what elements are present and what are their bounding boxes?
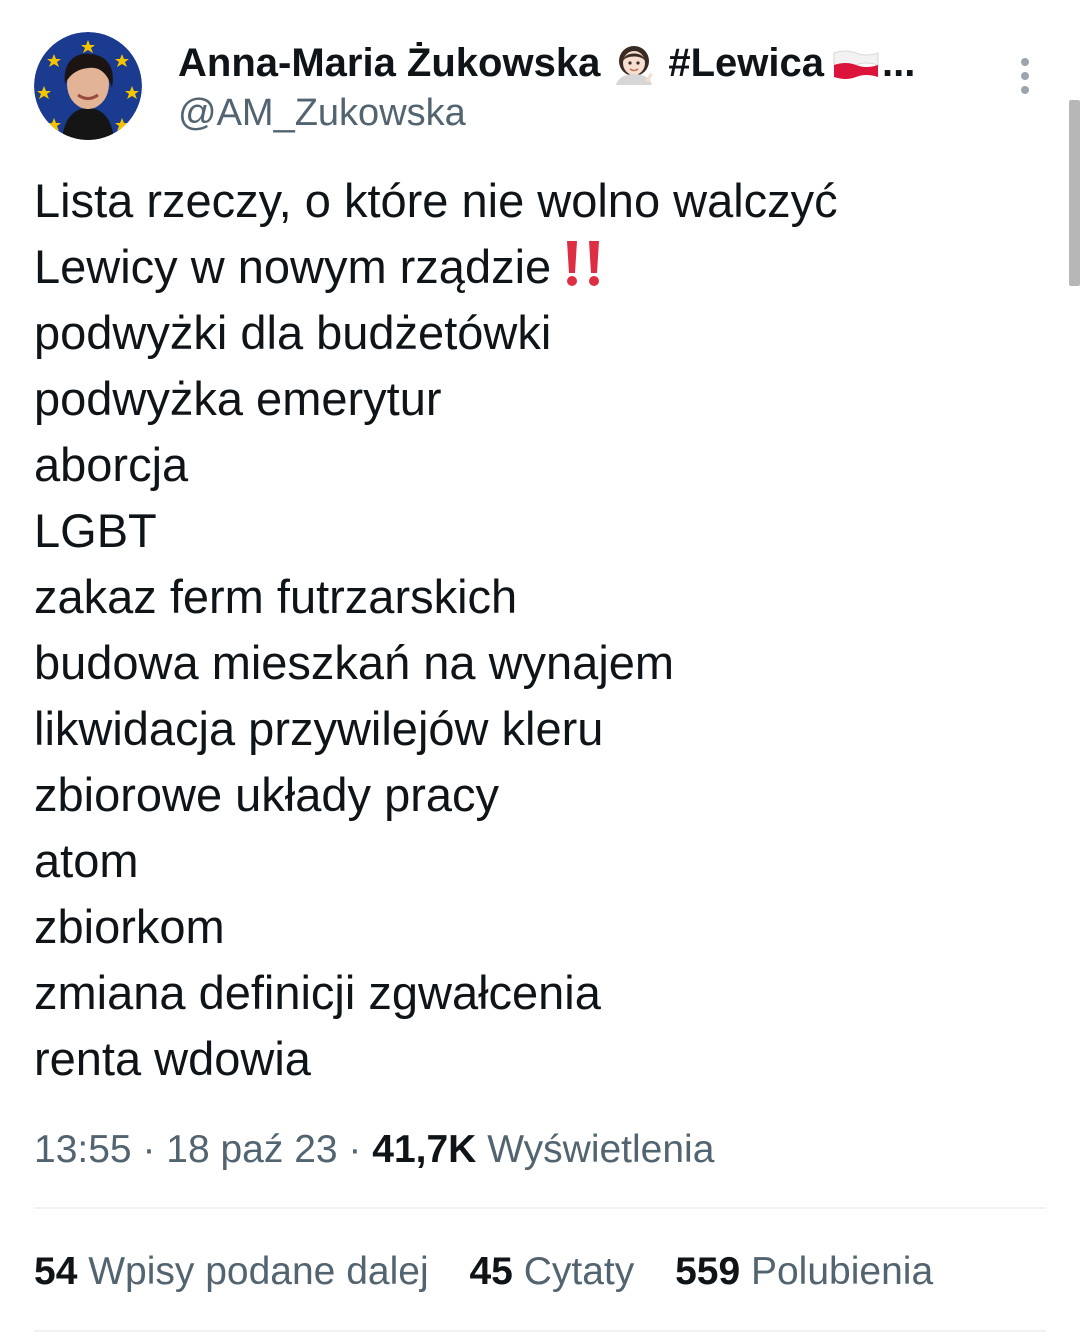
engagement-stats: 54 Wpisy podane dalej 45 Cytaty 559 Polu… (34, 1246, 963, 1298)
tweet-list-item: renta wdowia (34, 1032, 311, 1085)
poland-flag-icon (832, 45, 880, 81)
tweet-list-item: aborcja (34, 438, 189, 491)
retweets-label: Wpisy podane dalej (88, 1250, 429, 1293)
author-handle[interactable]: @AM_Zukowska (178, 90, 466, 136)
divider (34, 1330, 1046, 1332)
name-ellipsis: ... (881, 41, 916, 85)
scrollbar-thumb[interactable] (1069, 100, 1080, 286)
views-count: 41,7K (372, 1128, 477, 1171)
author-name-text: Anna-Maria Żukowska (178, 41, 601, 85)
divider (34, 1207, 1046, 1209)
author-name-suffix: #Lewica (668, 41, 824, 85)
author-display-name[interactable]: Anna-Maria Żukowska #Lewica ... (178, 38, 915, 88)
likes-label: Polubienia (750, 1250, 934, 1293)
more-vertical-icon[interactable] (1010, 56, 1040, 96)
tweet-list-item: likwidacja przywilejów kleru (34, 702, 604, 755)
tweet-meta: 13:55 · 18 paź 23 · 41,7K Wyświetlenia (34, 1124, 714, 1176)
likes-count: 559 (675, 1250, 741, 1293)
tweet-time[interactable]: 13:55 (34, 1128, 132, 1171)
quotes-label: Cytaty (523, 1250, 635, 1293)
meta-separator: · (337, 1128, 373, 1171)
tweet-list-item: LGBT (34, 504, 157, 557)
tweet-list-item: zakaz ferm futrzarskich (34, 570, 518, 623)
quotes-count: 45 (469, 1250, 513, 1293)
retweets-stat[interactable]: 54 Wpisy podane dalej (34, 1246, 429, 1298)
tweet-line: Lista rzeczy, o które nie wolno walczyć (34, 174, 838, 227)
quotes-stat[interactable]: 45 Cytaty (469, 1246, 634, 1298)
tweet-list-item: zbiorowe układy pracy (34, 768, 499, 821)
likes-stat[interactable]: 559 Polubienia (675, 1246, 933, 1298)
tweet-text: Lista rzeczy, o które nie wolno walczyć … (34, 168, 1044, 1092)
views-label: Wyświetlenia (487, 1128, 715, 1171)
meta-separator: · (131, 1128, 167, 1171)
woman-tipping-hand-icon (612, 41, 656, 85)
tweet-list-item: podwyżka emerytur (34, 372, 442, 425)
tweet-line-text: Lewicy w nowym rządzie (34, 240, 552, 293)
double-exclamation-icon (561, 239, 605, 289)
tweet-list-item: budowa mieszkań na wynajem (34, 636, 675, 689)
tweet-line: Lewicy w nowym rządzie (34, 234, 1044, 300)
retweets-count: 54 (34, 1250, 78, 1293)
tweet-list-item: podwyżki dla budżetówki (34, 306, 552, 359)
tweet-list-item: zmiana definicji zgwałcenia (34, 966, 601, 1019)
tweet-list-item: atom (34, 834, 139, 887)
avatar[interactable] (34, 32, 142, 140)
tweet-list-item: zbiorkom (34, 900, 225, 953)
tweet-date[interactable]: 18 paź 23 (166, 1128, 337, 1171)
